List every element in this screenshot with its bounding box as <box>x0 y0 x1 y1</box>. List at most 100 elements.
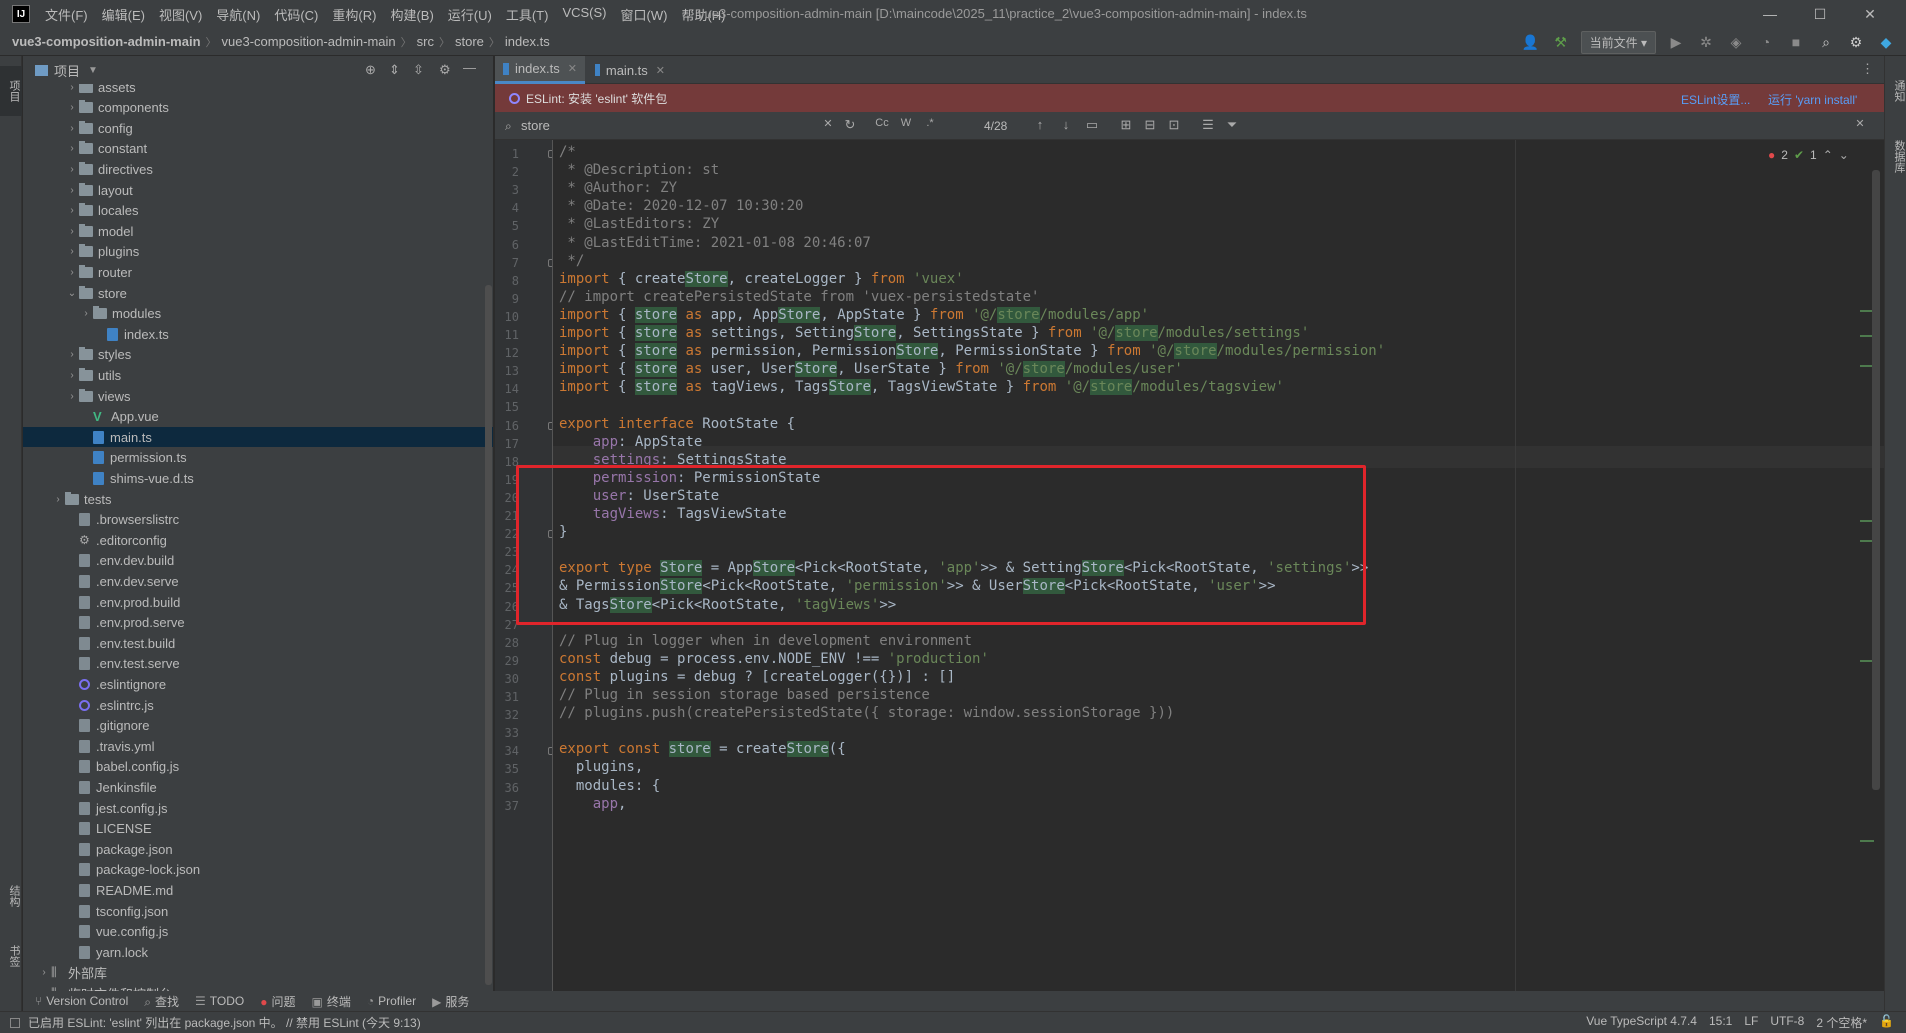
tree-item[interactable]: › ⫼ 外部库 <box>23 963 493 983</box>
project-tool-tab[interactable]: 项目 <box>0 66 22 116</box>
tree-item[interactable]: › components <box>23 98 493 118</box>
locate-file-icon[interactable]: ⊕ <box>365 62 376 78</box>
editor-scrollbar[interactable] <box>1872 170 1880 790</box>
coverage-icon[interactable]: ◈ <box>1726 32 1746 52</box>
gear-icon[interactable]: ⚙ <box>439 62 451 78</box>
replace-toggle-icon[interactable]: ☰ <box>1198 117 1218 133</box>
search-input[interactable] <box>501 114 831 137</box>
indent-setting[interactable]: 2 个空格* <box>1816 1014 1867 1031</box>
menu-item[interactable]: 运行(U) <box>441 5 499 24</box>
tree-item[interactable]: babel.config.js <box>23 757 493 777</box>
run-config-select[interactable]: 当前文件 ▾ <box>1580 30 1656 54</box>
tree-item[interactable]: › directives <box>23 159 493 179</box>
tree-item[interactable]: › model <box>23 221 493 241</box>
line-separator[interactable]: LF <box>1744 1014 1758 1031</box>
search-icon[interactable]: ⌕ <box>1816 32 1836 52</box>
collapse-all-icon[interactable]: ⇳ <box>413 62 424 78</box>
whole-words-button[interactable]: W <box>896 117 916 129</box>
tree-item[interactable]: .eslintrc.js <box>23 695 493 715</box>
file-encoding[interactable]: UTF-8 <box>1770 1014 1804 1031</box>
tree-item[interactable]: jest.config.js <box>23 798 493 818</box>
tree-item[interactable]: index.ts <box>23 324 493 344</box>
tree-item[interactable]: .eslintignore <box>23 674 493 694</box>
tree-item[interactable]: yarn.lock <box>23 942 493 962</box>
minimize-button[interactable]: — <box>1750 4 1790 24</box>
breadcrumb-file[interactable]: index.ts <box>505 34 550 49</box>
tree-item[interactable]: .browserslistrc <box>23 510 493 530</box>
toggle-tool-windows-icon[interactable] <box>10 1017 20 1028</box>
menu-item[interactable]: 工具(T) <box>499 5 556 24</box>
search-history-icon[interactable]: ↻ <box>840 117 860 133</box>
tree-item[interactable]: permission.ts <box>23 448 493 468</box>
caret-position[interactable]: 15:1 <box>1709 1014 1732 1031</box>
menu-item[interactable]: 代码(C) <box>267 5 325 24</box>
chevron-icon[interactable]: › <box>65 246 79 257</box>
tree-item[interactable]: .env.dev.serve <box>23 571 493 591</box>
database-tool-tab[interactable]: 数据库 <box>1885 126 1906 186</box>
maximize-button[interactable]: ☐ <box>1800 4 1840 24</box>
tree-item[interactable]: .env.test.serve <box>23 654 493 674</box>
tool-problems[interactable]: ● 问题 <box>260 993 295 1010</box>
tree-item[interactable]: › plugins <box>23 242 493 262</box>
tree-item[interactable]: › locales <box>23 201 493 221</box>
project-scrollbar[interactable] <box>485 285 492 985</box>
tree-item[interactable]: › assets <box>23 84 493 97</box>
inspection-widget[interactable]: ● 2 ✔ 1 ⌃ ⌄ <box>1768 148 1849 162</box>
menu-item[interactable]: 编辑(E) <box>95 5 152 24</box>
tree-item[interactable]: .env.dev.build <box>23 551 493 571</box>
language-service-status[interactable]: Vue TypeScript 4.7.4 <box>1586 1014 1697 1031</box>
tree-item[interactable]: LICENSE <box>23 819 493 839</box>
tab-index-ts[interactable]: index.ts ✕ <box>495 56 585 84</box>
tree-item[interactable]: vue.config.js <box>23 922 493 942</box>
chevron-icon[interactable]: › <box>79 308 93 319</box>
plugin-logo-icon[interactable]: ◆ <box>1876 32 1896 52</box>
tree-item[interactable]: ›⫼临时文件和控制台 <box>23 983 493 991</box>
breadcrumb-project[interactable]: vue3-composition-admin-main <box>12 34 201 49</box>
user-icon[interactable]: 👤 <box>1521 32 1541 52</box>
build-hammer-icon[interactable]: ⚒ <box>1551 32 1571 52</box>
tree-item[interactable]: .env.prod.serve <box>23 613 493 633</box>
expand-all-icon[interactable]: ⇕ <box>389 62 400 78</box>
tree-item[interactable]: main.ts <box>23 427 493 448</box>
bookmarks-tool-tab[interactable]: 书签 <box>0 936 22 976</box>
chevron-icon[interactable]: › <box>65 102 79 113</box>
tree-item[interactable]: › utils <box>23 365 493 385</box>
remove-occurrence-icon[interactable]: ⊟ <box>1140 117 1160 133</box>
stop-icon[interactable]: ■ <box>1786 32 1806 52</box>
status-message[interactable]: 已启用 ESLint: 'eslint' 列出在 package.json 中。… <box>28 1014 421 1031</box>
previous-occurrence-icon[interactable]: ↑ <box>1030 117 1050 132</box>
menu-item[interactable]: VCS(S) <box>555 5 613 24</box>
menu-item[interactable]: 文件(F) <box>38 5 95 24</box>
tree-item[interactable]: package-lock.json <box>23 860 493 880</box>
tree-item[interactable]: .travis.yml <box>23 736 493 756</box>
tree-item[interactable]: › layout <box>23 180 493 200</box>
tree-item[interactable]: › router <box>23 262 493 282</box>
code-line[interactable]: import { store as tagViews, TagsStore, T… <box>559 376 1284 398</box>
regex-button[interactable]: .* <box>920 117 940 129</box>
chevron-down-icon[interactable]: ▼ <box>88 65 98 76</box>
tool-terminal[interactable]: ▣ 终端 <box>311 993 350 1010</box>
menu-item[interactable]: 重构(R) <box>325 5 383 24</box>
chevron-icon[interactable]: › <box>51 494 65 505</box>
breadcrumb-store[interactable]: store <box>455 34 484 49</box>
lock-icon[interactable]: 🔓 <box>1879 1014 1894 1031</box>
menu-item[interactable]: 构建(B) <box>383 5 440 24</box>
debug-icon[interactable]: ✲ <box>1696 32 1716 52</box>
code-line[interactable]: * @LastEditTime: 2021-01-08 20:46:07 <box>559 232 870 254</box>
tab-main-ts[interactable]: main.ts ✕ <box>587 56 673 84</box>
tree-item[interactable]: .env.test.build <box>23 633 493 653</box>
chevron-icon[interactable]: › <box>65 391 79 402</box>
close-find-icon[interactable]: ✕ <box>1850 117 1870 130</box>
tool-todo[interactable]: ☰ TODO <box>195 994 244 1008</box>
chevron-icon[interactable]: › <box>65 84 79 93</box>
tree-item[interactable]: package.json <box>23 839 493 859</box>
chevron-icon[interactable]: › <box>65 143 79 154</box>
more-tabs-icon[interactable]: ⋮ <box>1861 61 1874 77</box>
clear-search-icon[interactable]: ✕ <box>818 117 838 130</box>
close-window-button[interactable]: ✕ <box>1850 4 1890 24</box>
tool-services[interactable]: ▶ 服务 <box>432 993 469 1010</box>
next-occurrence-icon[interactable]: ↓ <box>1056 117 1076 132</box>
chevron-icon[interactable]: › <box>65 349 79 360</box>
tree-item[interactable]: ⚙ .editorconfig <box>23 530 493 550</box>
notifications-tool-tab[interactable]: 通知 <box>1885 66 1906 116</box>
